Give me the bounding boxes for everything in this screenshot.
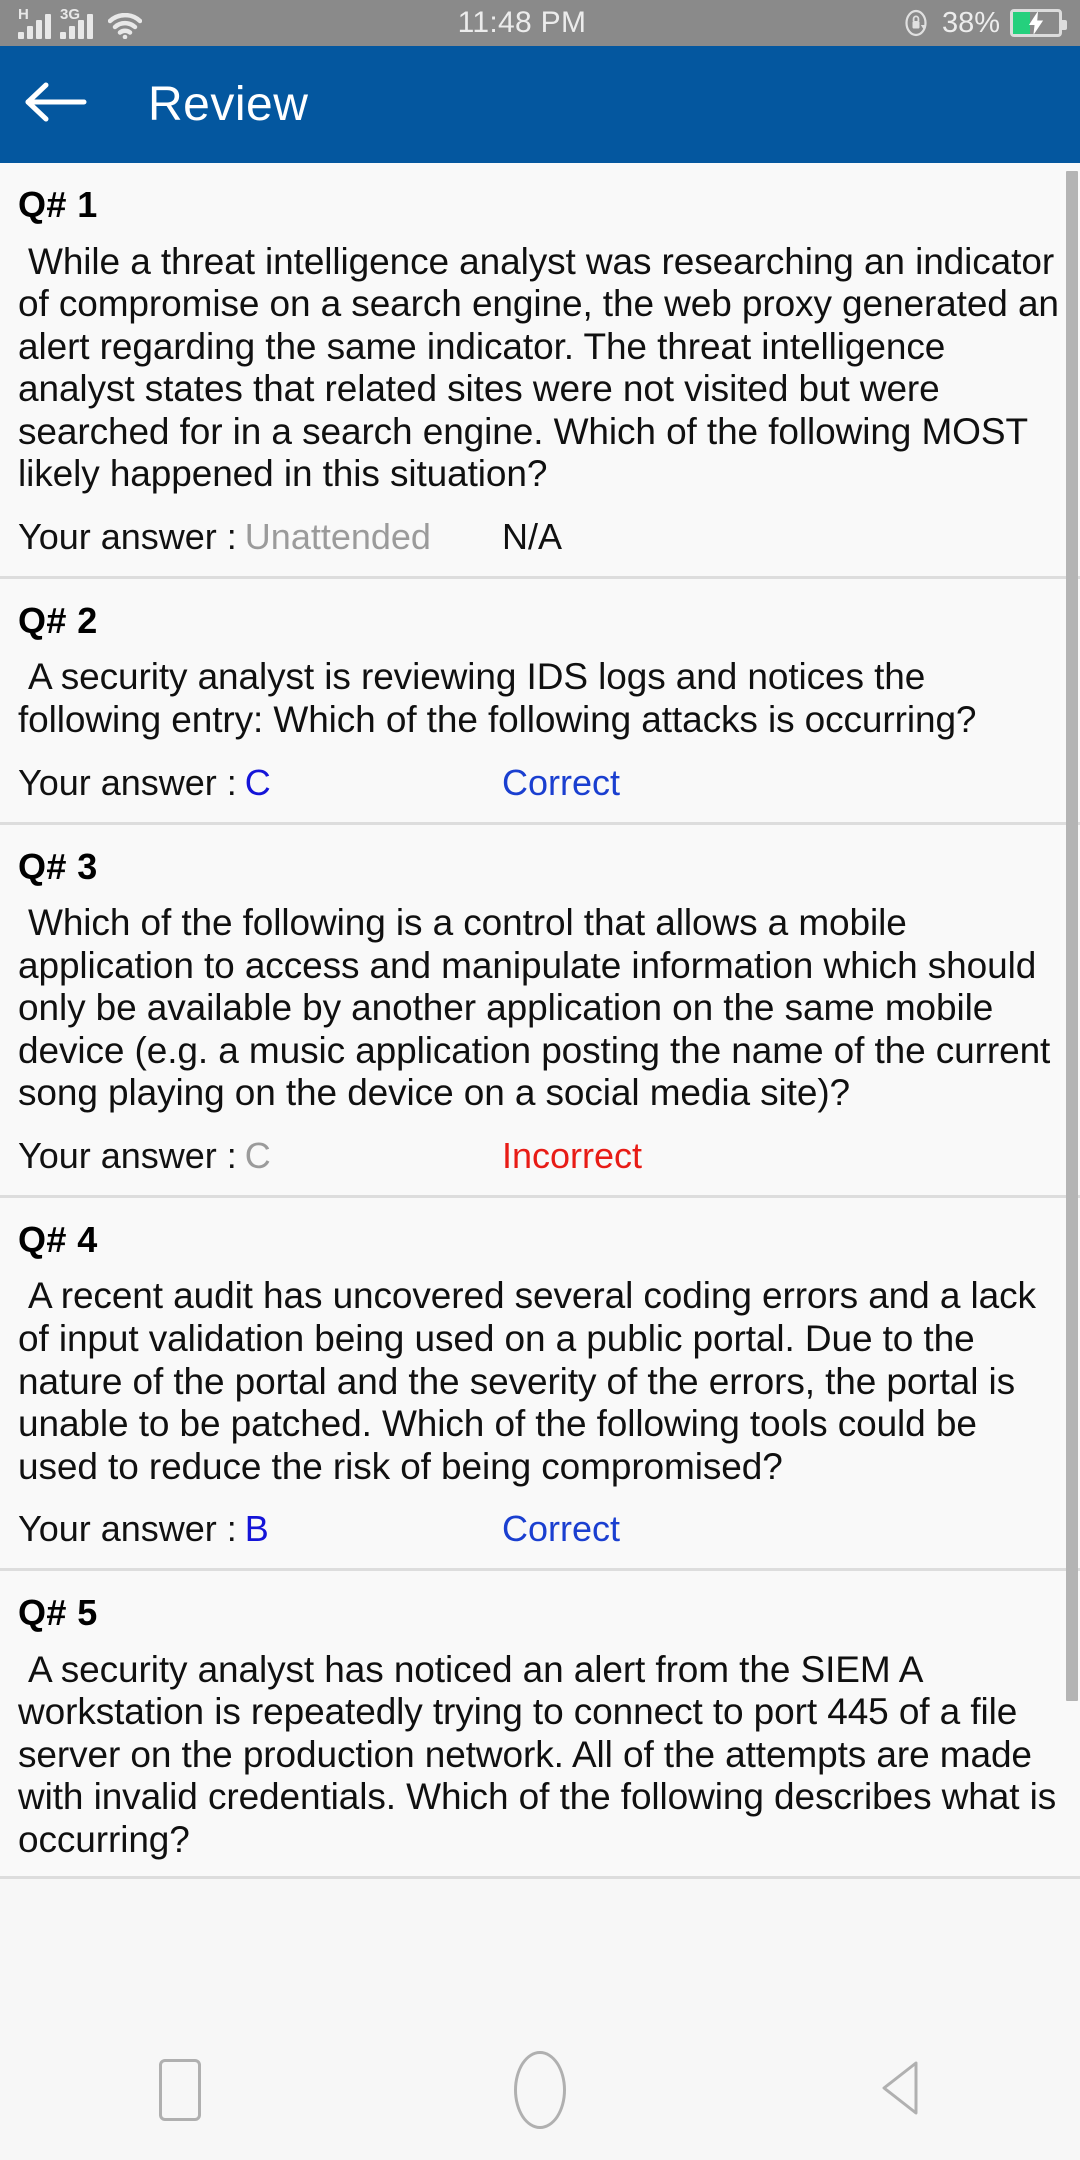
sim1-network-label: H	[18, 6, 29, 23]
answer-label: Your answer :	[18, 761, 237, 803]
question-number: Q# 2	[18, 599, 98, 641]
answer-value: Unattended	[244, 515, 431, 557]
question-text: Which of the following is a control that…	[18, 902, 1051, 1114]
question-text: A security analyst is reviewing IDS logs…	[18, 656, 977, 741]
answer-status-badge: Correct	[502, 1508, 621, 1550]
answer-status-badge: Correct	[502, 761, 621, 803]
home-button[interactable]	[440, 2020, 640, 2160]
answer-value: C	[244, 1134, 271, 1176]
question-text: A security analyst has noticed an alert …	[18, 1648, 1057, 1860]
back-arrow-icon	[20, 77, 90, 132]
answer-row: Your answer : C Incorrect	[18, 1135, 1062, 1181]
question-card[interactable]: Q# 4 A recent audit has uncovered severa…	[0, 1197, 1080, 1572]
recents-button[interactable]	[80, 2020, 280, 2160]
status-bar-clock: 11:48 PM	[457, 6, 587, 39]
question-text: A recent audit has uncovered several cod…	[18, 1275, 1036, 1487]
back-button[interactable]	[0, 46, 110, 163]
question-number: Q# 3	[18, 845, 98, 887]
scrollbar-track[interactable]	[1066, 163, 1080, 2020]
question-card[interactable]: Q# 3 Which of the following is a control…	[0, 824, 1080, 1198]
question-number: Q# 5	[18, 1592, 98, 1634]
answer-value: B	[244, 1508, 269, 1550]
rotation-lock-icon	[902, 8, 932, 38]
system-back-button[interactable]	[800, 2020, 1000, 2160]
question-number: Q# 1	[18, 184, 98, 225]
sim2-network-label: 3G	[60, 6, 81, 23]
back-triangle-icon	[872, 2057, 928, 2124]
answer-label: Your answer :	[18, 515, 237, 557]
answer-status-badge: Incorrect	[502, 1134, 643, 1176]
app-bar: Review	[0, 46, 1080, 163]
answer-label: Your answer :	[18, 1134, 237, 1176]
answer-value: C	[244, 761, 271, 803]
review-question-list[interactable]: Q# 1 While a threat intelligence analyst…	[0, 163, 1080, 2020]
answer-row: Your answer : Unattended N/A	[18, 516, 1062, 562]
answer-status-badge: N/A	[502, 515, 563, 557]
question-card[interactable]: Q# 5 A security analyst has noticed an a…	[0, 1571, 1080, 1879]
question-card[interactable]: Q# 2 A security analyst is reviewing IDS…	[0, 578, 1080, 825]
answer-row: Your answer : C Correct	[18, 762, 1062, 808]
battery-charging-icon	[1010, 9, 1067, 37]
question-number: Q# 4	[18, 1218, 98, 1260]
android-navigation-bar	[0, 2020, 1080, 2160]
wifi-icon	[107, 12, 143, 40]
sim1-signal-indicator: H	[18, 6, 51, 39]
recents-square-icon	[159, 2059, 201, 2121]
question-card[interactable]: Q# 1 While a threat intelligence analyst…	[0, 163, 1080, 579]
sim2-signal-indicator: 3G	[60, 6, 93, 39]
scrollbar-thumb[interactable]	[1066, 171, 1078, 1701]
battery-percent-label: 38%	[941, 6, 1000, 39]
status-bar-right: 38%	[902, 6, 1067, 40]
answer-label: Your answer :	[18, 1508, 237, 1550]
question-text: While a threat intelligence analyst was …	[18, 240, 1059, 495]
answer-row: Your answer : B Correct	[18, 1508, 1062, 1554]
status-bar-left: H 3G	[18, 6, 143, 40]
status-bar: H 3G 11:48 PM 38%	[0, 0, 1080, 46]
home-circle-icon	[514, 2051, 566, 2129]
page-title: Review	[148, 78, 309, 131]
